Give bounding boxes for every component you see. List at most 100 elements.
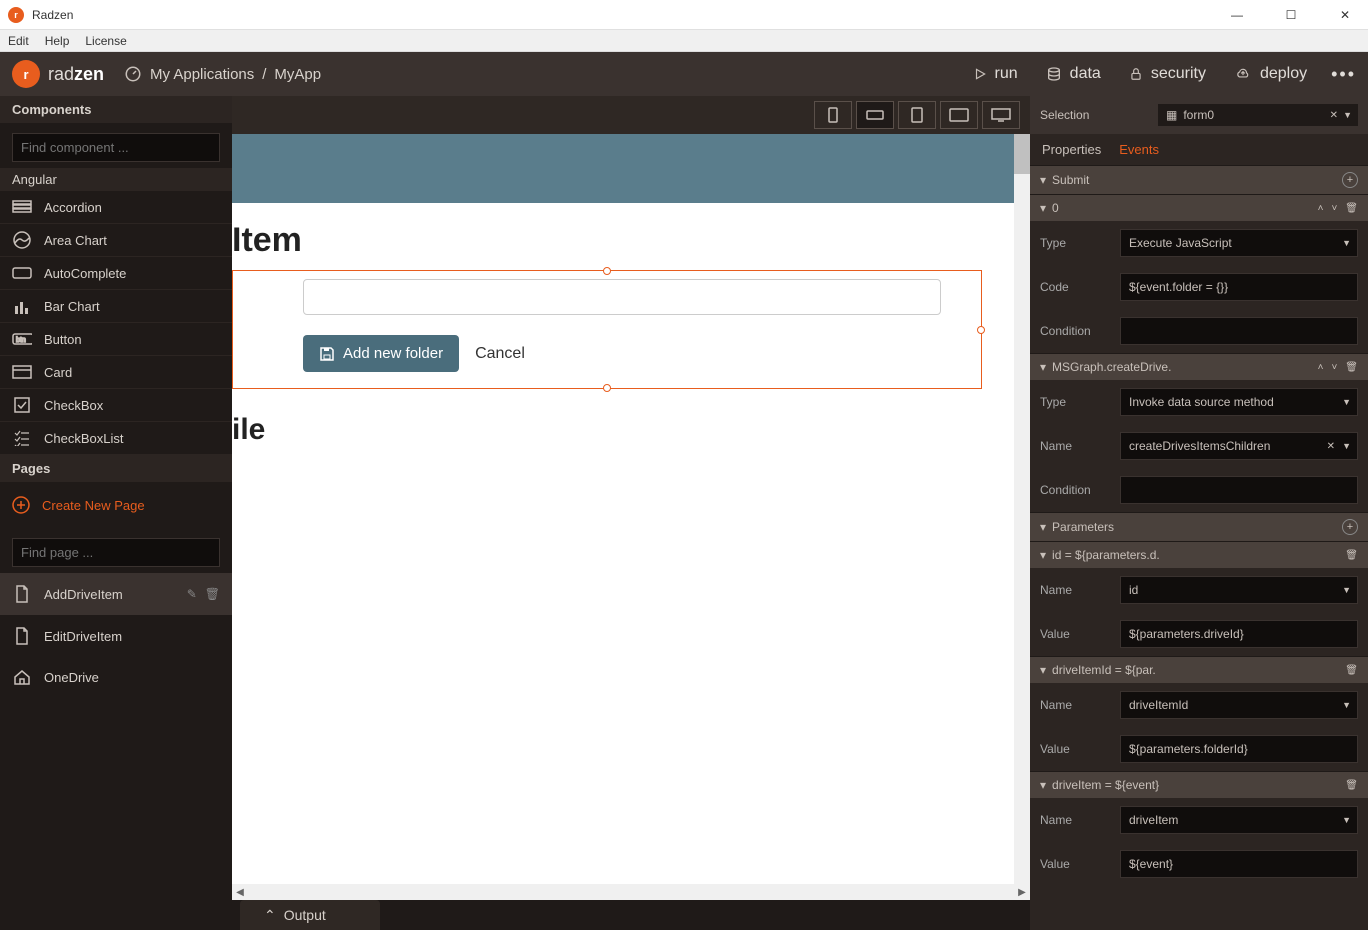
move-down-icon[interactable]: ˅ <box>1331 203 1337 214</box>
delete-icon[interactable]: 🗑 <box>1345 362 1358 373</box>
page-item-editdriveitem[interactable]: EditDriveItem <box>0 615 232 657</box>
menu-license[interactable]: License <box>85 34 126 48</box>
canvas-scrollbar-vertical[interactable] <box>1014 134 1030 884</box>
page-item-onedrive[interactable]: OneDrive <box>0 657 232 697</box>
component-card[interactable]: Card <box>0 356 232 389</box>
handler1-name-select[interactable]: createDrivesItemsChildren✕▼ <box>1120 432 1358 460</box>
handler1-condition-input[interactable] <box>1120 476 1358 504</box>
handler1-type-select[interactable]: Invoke data source method▼ <box>1120 388 1358 416</box>
move-down-icon[interactable]: ˅ <box>1331 362 1337 373</box>
device-desktop[interactable] <box>982 101 1020 129</box>
handler-0-header[interactable]: ▾0˄˅🗑 <box>1030 194 1368 221</box>
checkbox-icon <box>12 397 32 413</box>
area-chart-icon <box>12 232 32 248</box>
handler0-type-select[interactable]: Execute JavaScript▼ <box>1120 229 1358 257</box>
param0-value-input[interactable]: ${parameters.driveId} <box>1120 620 1358 648</box>
app-logo-icon: r <box>8 7 24 23</box>
param2-name-select[interactable]: driveItem▼ <box>1120 806 1358 834</box>
component-checkboxlist[interactable]: CheckBoxList <box>0 422 232 455</box>
component-accordion[interactable]: Accordion <box>0 191 232 224</box>
selected-form[interactable]: Add new folder Cancel <box>232 270 982 389</box>
topbar: r radzen My Applications / MyApp run dat… <box>0 52 1368 96</box>
param-driveitem-header[interactable]: ▾driveItem = ${event}🗑 <box>1030 771 1368 798</box>
close-button[interactable]: ✕ <box>1330 8 1360 22</box>
component-area-chart[interactable]: Area Chart <box>0 224 232 257</box>
device-tablet-portrait[interactable] <box>898 101 936 129</box>
resize-handle-s[interactable] <box>603 384 611 392</box>
chevron-down-icon[interactable]: ▼ <box>1343 110 1352 120</box>
deploy-button[interactable]: deploy <box>1234 65 1307 83</box>
component-autocomplete[interactable]: AutoComplete <box>0 257 232 290</box>
delete-icon[interactable]: 🗑 <box>1345 203 1358 214</box>
component-button[interactable]: btnButton <box>0 323 232 356</box>
delete-page-icon[interactable]: 🗑 <box>205 587 220 601</box>
handler0-condition-input[interactable] <box>1120 317 1358 345</box>
accordion-icon <box>12 199 32 215</box>
delete-icon[interactable]: 🗑 <box>1345 550 1358 561</box>
clear-selection-icon[interactable]: ✕ <box>1330 110 1338 121</box>
breadcrumb[interactable]: My Applications / MyApp <box>124 65 321 83</box>
menu-edit[interactable]: Edit <box>8 34 29 48</box>
component-checkbox[interactable]: CheckBox <box>0 389 232 422</box>
center-panel: Item Add new folder Cancel ile <box>232 96 1030 930</box>
param1-value-input[interactable]: ${parameters.folderId} <box>1120 735 1358 763</box>
param-driveitemid-header[interactable]: ▾driveItemId = ${par.🗑 <box>1030 656 1368 683</box>
page-item-adddriveitem[interactable]: AddDriveItem ✎🗑 <box>0 573 232 615</box>
run-button[interactable]: run <box>973 65 1018 83</box>
maximize-button[interactable]: ☐ <box>1276 8 1306 22</box>
device-phone-portrait[interactable] <box>814 101 852 129</box>
handler-1-header[interactable]: ▾MSGraph.createDrive.˄˅🗑 <box>1030 353 1368 380</box>
delete-icon[interactable]: 🗑 <box>1345 780 1358 791</box>
save-icon <box>319 346 335 362</box>
folder-name-input[interactable] <box>303 279 941 315</box>
pages-header: Pages <box>0 455 232 482</box>
add-new-folder-button[interactable]: Add new folder <box>303 335 459 372</box>
button-icon: btn <box>12 331 32 347</box>
design-canvas[interactable]: Item Add new folder Cancel ile <box>232 134 1030 884</box>
output-tab[interactable]: ⌃Output <box>240 900 380 930</box>
move-up-icon[interactable]: ˄ <box>1318 362 1324 373</box>
data-button[interactable]: data <box>1046 65 1101 83</box>
parameters-header[interactable]: ▾Parameters+ <box>1030 512 1368 541</box>
autocomplete-icon <box>12 265 32 281</box>
components-header: Components <box>0 96 232 123</box>
menubar: Edit Help License <box>0 30 1368 52</box>
add-handler-icon[interactable]: + <box>1342 172 1358 188</box>
tab-properties[interactable]: Properties <box>1042 142 1101 157</box>
find-page-input[interactable] <box>12 538 220 567</box>
handler0-code-input[interactable]: ${event.folder = {}} <box>1120 273 1358 301</box>
device-tablet-landscape[interactable] <box>940 101 978 129</box>
svg-text:btn: btn <box>16 337 26 344</box>
titlebar: r Radzen — ☐ ✕ <box>0 0 1368 30</box>
page-heading-2[interactable]: ile <box>232 413 1012 447</box>
tab-events[interactable]: Events <box>1119 142 1159 157</box>
create-new-page-button[interactable]: Create New Page <box>0 482 232 528</box>
event-submit-header[interactable]: ▾Submit+ <box>1030 165 1368 194</box>
canvas-scrollbar-horizontal[interactable]: ◀▶ <box>232 884 1030 900</box>
delete-icon[interactable]: 🗑 <box>1345 665 1358 676</box>
move-up-icon[interactable]: ˄ <box>1318 203 1324 214</box>
more-menu-icon[interactable]: ••• <box>1331 64 1356 85</box>
component-bar-chart[interactable]: Bar Chart <box>0 290 232 323</box>
resize-handle-n[interactable] <box>603 267 611 275</box>
add-parameter-icon[interactable]: + <box>1342 519 1358 535</box>
resize-handle-e[interactable] <box>977 326 985 334</box>
param-id-header[interactable]: ▾id = ${parameters.d.🗑 <box>1030 541 1368 568</box>
edit-page-icon[interactable]: ✎ <box>187 587 197 601</box>
minimize-button[interactable]: — <box>1222 8 1252 22</box>
param1-name-select[interactable]: driveItemId▼ <box>1120 691 1358 719</box>
card-icon <box>12 364 32 380</box>
menu-help[interactable]: Help <box>45 34 70 48</box>
cancel-button[interactable]: Cancel <box>475 345 525 363</box>
component-group-angular[interactable]: Angular <box>0 168 232 191</box>
find-component-input[interactable] <box>12 133 220 162</box>
chevron-up-icon: ⌃ <box>264 907 276 924</box>
bar-chart-icon <box>12 298 32 314</box>
param2-value-input[interactable]: ${event} <box>1120 850 1358 878</box>
page-heading-1[interactable]: Item <box>232 221 1012 260</box>
param0-name-select[interactable]: id▼ <box>1120 576 1358 604</box>
security-button[interactable]: security <box>1129 65 1206 83</box>
device-phone-landscape[interactable] <box>856 101 894 129</box>
brand: r radzen <box>12 60 104 88</box>
selection-dropdown[interactable]: ▦ form0 ✕ ▼ <box>1158 104 1358 126</box>
